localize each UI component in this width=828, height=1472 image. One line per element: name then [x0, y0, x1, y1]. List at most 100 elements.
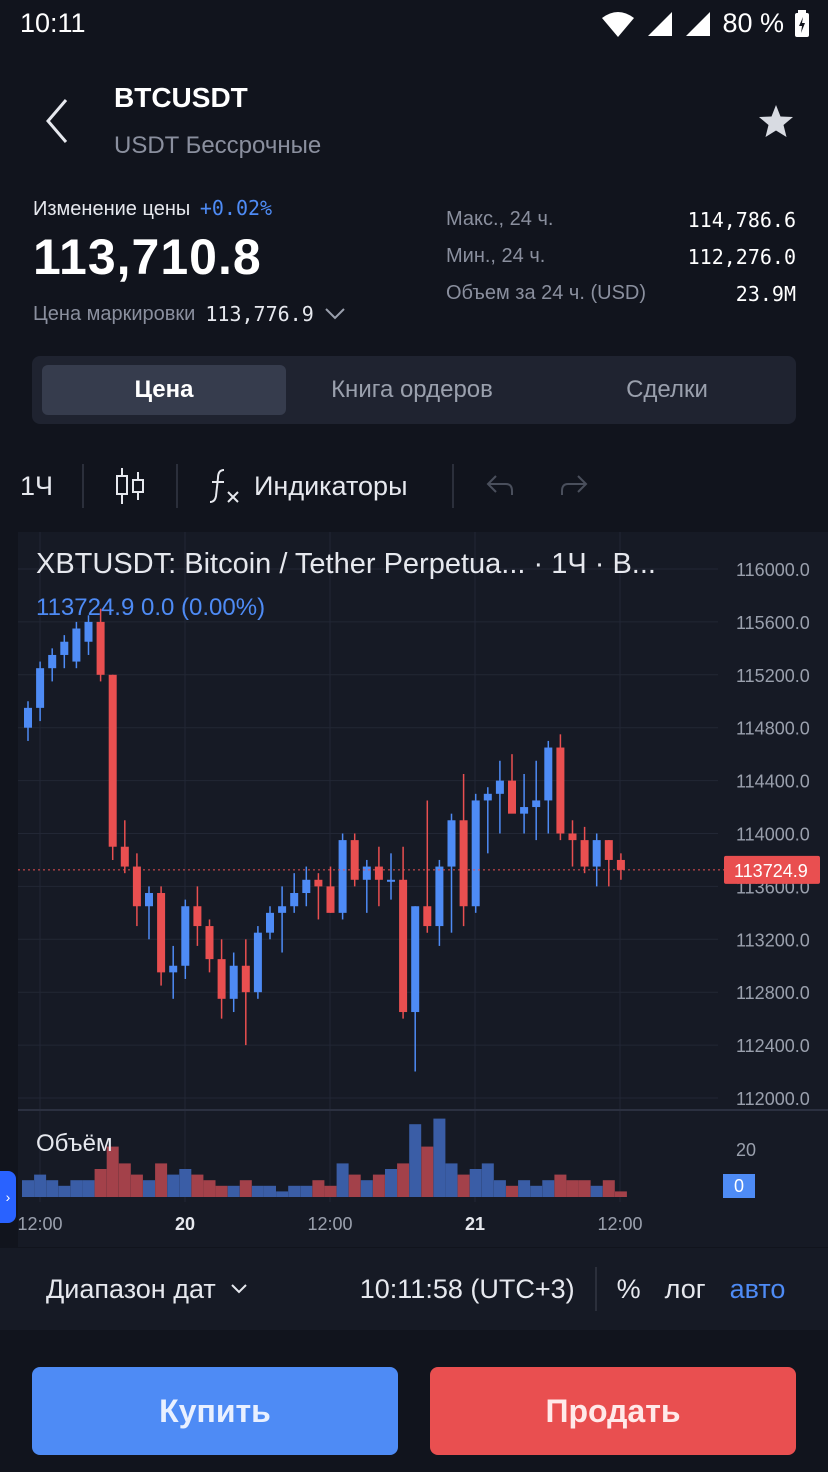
candle-body [205, 926, 214, 960]
candle-body [483, 793, 492, 801]
interval-selector[interactable]: 1Ч [20, 471, 82, 502]
candle-body [423, 906, 432, 927]
volume-bar [239, 1180, 252, 1197]
tab-trades[interactable]: Сделки [538, 365, 796, 415]
undo-icon[interactable] [484, 473, 516, 499]
volume-bar [118, 1163, 131, 1197]
candle-body [544, 747, 553, 801]
candle-body [435, 866, 444, 927]
candle-body [217, 959, 226, 999]
redo-icon[interactable] [558, 473, 590, 499]
time-axis-label: 21 [465, 1214, 485, 1234]
volume-bar [324, 1185, 337, 1197]
candle-body [459, 820, 468, 907]
price-tick-label: 112800.0 [736, 983, 810, 1003]
candle-body [157, 893, 166, 973]
mark-price-selector[interactable]: Цена маркировки 113,776.9 [33, 302, 346, 326]
candle-body [314, 879, 323, 887]
date-range-label: Диапазон дат [46, 1273, 216, 1304]
time-axis-label: 12:00 [18, 1214, 63, 1234]
stat-low: Мин., 24 ч. 112,276.0 [446, 245, 796, 282]
candle-body [169, 965, 178, 973]
price-tick-label: 112400.0 [736, 1036, 810, 1056]
view-tabs: Цена Книга ордеров Сделки [32, 356, 796, 424]
volume-bar [312, 1180, 325, 1197]
candle-body [326, 886, 335, 913]
volume-bar [130, 1174, 143, 1197]
volume-bar [227, 1185, 240, 1197]
volume-bar [493, 1180, 506, 1197]
candle-body [338, 840, 347, 913]
candle-body [508, 780, 516, 814]
candle-body [520, 807, 529, 814]
candle-body [532, 800, 541, 808]
signal-icon-2 [686, 11, 711, 36]
candle-body [145, 893, 153, 907]
candle-body [399, 879, 408, 1013]
divider [594, 1267, 597, 1311]
volume-bar [590, 1185, 603, 1197]
candle-body [181, 906, 190, 966]
date-range-button[interactable]: Диапазон дат [46, 1274, 248, 1305]
price-chart[interactable]: 116000.0 115600.0 115200.0 114800.0 114400.0… [18, 532, 828, 1247]
buy-button[interactable]: Купить [32, 1367, 398, 1455]
volume-bar [191, 1174, 204, 1197]
chart-type-button[interactable] [84, 466, 176, 506]
favorite-star-icon[interactable] [756, 102, 796, 142]
volume-bar [421, 1146, 434, 1197]
candle-body [241, 965, 250, 993]
volume-bar [143, 1180, 155, 1197]
log-scale-toggle[interactable]: лог [665, 1274, 706, 1305]
chart-canvas[interactable]: 116000.0 115600.0 115200.0 114800.0 114400.0… [18, 532, 828, 1247]
volume-bar [179, 1169, 192, 1197]
auto-scale-toggle[interactable]: авто [730, 1274, 786, 1305]
volume-bar [372, 1174, 385, 1197]
price-tick-label: 113200.0 [736, 930, 810, 950]
chart-title: XBTUSDT: Bitcoin / Tether Perpetua... · … [36, 548, 656, 580]
page-title: BTCUSDT [114, 82, 248, 113]
expand-handle[interactable]: › [0, 1171, 16, 1223]
volume-bar [70, 1180, 83, 1197]
volume-bar [251, 1185, 264, 1197]
candle-body [350, 840, 359, 880]
stat-high: Макс., 24 ч. 114,786.6 [446, 208, 796, 245]
indicators-label: Индикаторы [254, 470, 408, 501]
candlestick-icon [116, 468, 144, 504]
sell-button[interactable]: Продать [430, 1367, 796, 1455]
candle-body [495, 780, 504, 794]
volume-bar [614, 1191, 627, 1197]
volume-bar [167, 1174, 180, 1197]
stat-value: 23.9M [735, 282, 796, 306]
volume-bar [469, 1169, 482, 1197]
candle-body [278, 906, 287, 913]
percent-scale-toggle[interactable]: % [617, 1274, 641, 1305]
contract-type: USDT Бессрочные [114, 132, 322, 159]
candle-body [24, 707, 32, 728]
volume-bar [276, 1191, 289, 1197]
tab-order-book[interactable]: Книга ордеров [286, 365, 538, 415]
candle-body [302, 879, 311, 894]
price-tick-label: 114000.0 [736, 825, 810, 845]
battery-icon [795, 9, 809, 37]
time-axis-label: 12:00 [597, 1214, 642, 1234]
indicators-button[interactable]: Индикаторы [178, 466, 452, 506]
stats-panel: Макс., 24 ч. 114,786.6 Мин., 24 ч. 112,2… [446, 208, 796, 319]
candle-body [387, 879, 395, 882]
price-tick-label: 115600.0 [736, 613, 810, 633]
candle-body [253, 932, 262, 993]
volume-bar [385, 1169, 397, 1197]
price-tick-label: 112000.0 [736, 1089, 810, 1109]
tab-price[interactable]: Цена [42, 365, 286, 415]
candle-body [84, 621, 93, 642]
volume-bar [300, 1185, 313, 1197]
volume-bar [34, 1174, 47, 1197]
price-tick-label: 114400.0 [736, 772, 810, 792]
candle-body [36, 668, 45, 708]
mark-price-label: Цена маркировки [33, 302, 196, 325]
price-change-value: +0.02% [199, 196, 273, 220]
volume-bar [22, 1180, 34, 1197]
back-arrow-icon[interactable] [38, 96, 78, 146]
candle-body [229, 965, 238, 999]
candle-body [290, 893, 299, 907]
candle-body [120, 846, 129, 867]
